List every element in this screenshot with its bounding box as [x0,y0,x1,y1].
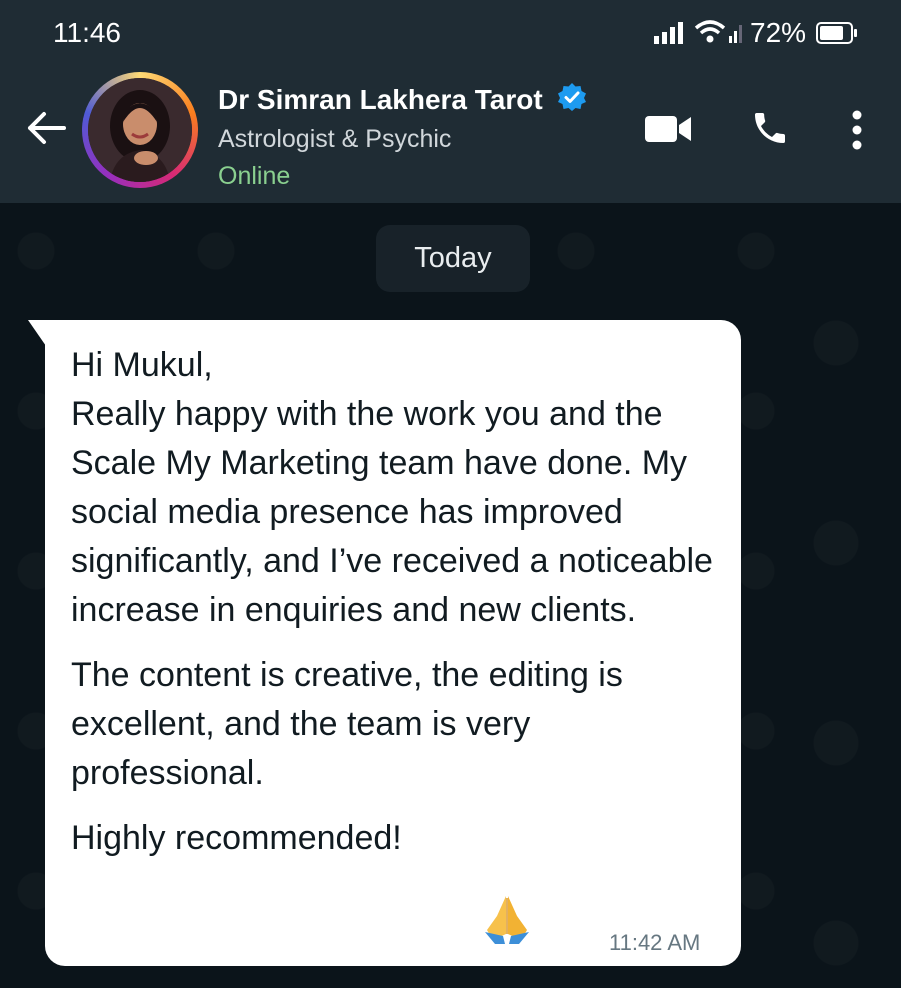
chat-area[interactable]: Today Hi Mukul, Really happy with the wo… [0,203,901,988]
signal-icon [654,22,684,49]
avatar[interactable] [82,72,198,188]
top-bar: 11:46 72% Dr Simran Lakhera Tarot Astrol… [0,0,901,203]
phone-icon[interactable] [750,108,790,153]
chat-header: Dr Simran Lakhera Tarot Astrologist & Ps… [0,66,901,203]
verified-badge-icon [557,82,587,117]
message-bubble[interactable]: Hi Mukul, Really happy with the work you… [28,320,741,966]
more-vertical-icon[interactable] [850,110,864,155]
battery-percent: 72% [750,17,807,48]
message-closing: Highly recommended! [71,819,402,857]
contact-name: Dr Simran Lakhera Tarot [218,83,543,115]
status-time: 11:46 [53,17,121,48]
contact-status: Online [218,162,291,190]
folded-hands-icon [479,890,535,951]
contact-info[interactable]: Dr Simran Lakhera Tarot Astrologist & Ps… [218,82,587,191]
avatar-photo [88,78,192,182]
date-chip: Today [376,225,530,292]
battery-icon [816,22,858,49]
video-call-icon[interactable] [645,114,693,149]
message-paragraph-1: Really happy with the work you and the S… [71,395,713,629]
wifi-icon [694,19,746,50]
contact-subtitle: Astrologist & Psychic [218,125,452,153]
bubble-tail [28,320,46,346]
message-greeting: Hi Mukul, [71,346,213,384]
message-paragraph-2: The content is creative, the editing is … [71,656,623,792]
status-bar: 11:46 72% [0,0,901,66]
message-text: Hi Mukul, Really happy with the work you… [71,341,721,863]
arrow-left-icon[interactable] [26,110,66,151]
message-time: 11:42 AM [609,930,701,955]
